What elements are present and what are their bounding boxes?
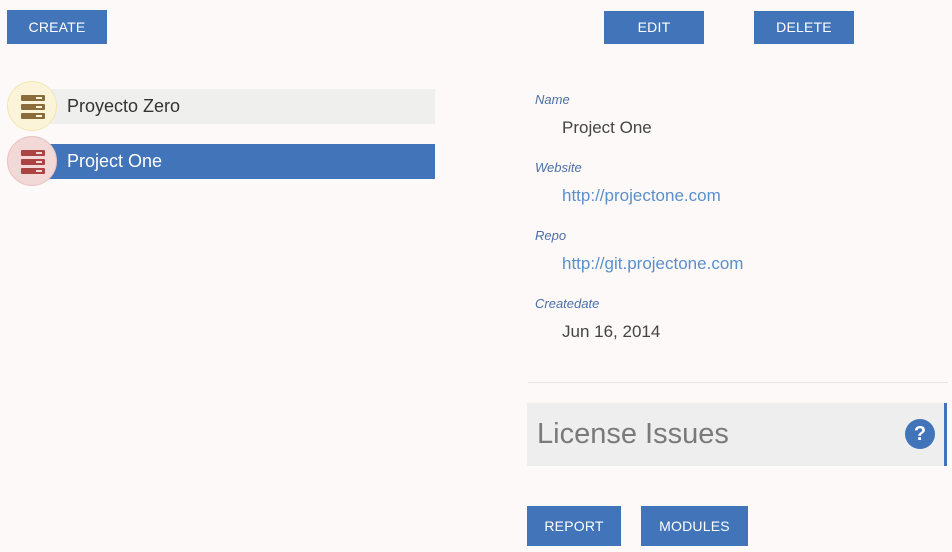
question-icon[interactable]: ? [905, 419, 935, 449]
create-button[interactable]: CREATE [7, 10, 107, 44]
delete-button[interactable]: DELETE [754, 11, 854, 44]
license-issues-panel[interactable]: License Issues ? [527, 403, 947, 466]
license-issues-title: License Issues [537, 418, 729, 450]
repo-link[interactable]: http://git.projectone.com [562, 254, 743, 274]
name-value: Project One [562, 118, 652, 137]
edit-button[interactable]: EDIT [604, 11, 704, 44]
website-link[interactable]: http://projectone.com [562, 186, 721, 206]
server-icon [21, 150, 45, 174]
project-item-label: Project One [67, 151, 163, 171]
name-label: Name [535, 92, 570, 107]
section-divider [528, 382, 948, 383]
project-list-item[interactable]: Proyecto Zero [7, 81, 435, 133]
project-avatar [7, 81, 57, 131]
report-button[interactable]: REPORT [527, 506, 621, 546]
website-label: Website [535, 160, 582, 175]
repo-label: Repo [535, 228, 567, 243]
project-avatar [7, 136, 57, 186]
project-item-label: Proyecto Zero [67, 96, 181, 116]
server-icon [21, 95, 45, 119]
createdate-label: Createdate [535, 296, 600, 311]
createdate-value: Jun 16, 2014 [562, 322, 661, 341]
project-list-item-selected[interactable]: Project One [7, 136, 435, 188]
modules-button[interactable]: MODULES [641, 506, 748, 546]
